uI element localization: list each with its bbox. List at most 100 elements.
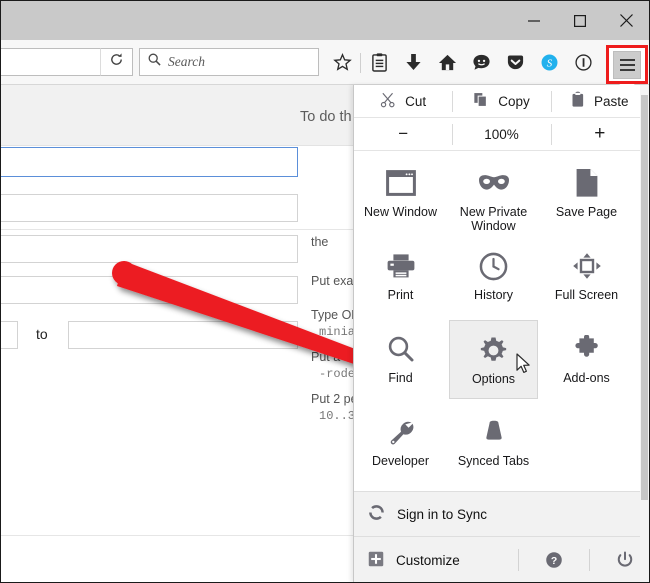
new-window-icon (386, 166, 416, 200)
menu-sign-in-to-sync[interactable]: Sign in to Sync (354, 491, 648, 537)
window-controls (511, 1, 649, 40)
reader-list-icon[interactable] (362, 40, 396, 85)
menu-item-history[interactable]: History (449, 237, 538, 316)
svg-text:?: ? (551, 556, 557, 567)
wrench-icon (387, 415, 415, 449)
menu-item-print[interactable]: Print (356, 237, 445, 316)
menu-item-label: New Window (364, 205, 437, 219)
menu-item-synced-tabs[interactable]: Synced Tabs (449, 403, 538, 482)
menu-item-empty (542, 403, 631, 482)
field-exact-phrase[interactable] (1, 194, 298, 222)
minimize-icon[interactable] (511, 1, 557, 40)
window-titlebar (1, 1, 649, 40)
toolbar-icon-group: S (325, 40, 600, 85)
pocket-icon[interactable] (498, 40, 532, 85)
menu-grid-row: New Window Save Page New PrivateWindow (354, 152, 648, 235)
fullscreen-icon (572, 249, 602, 283)
menu-item-label: Synced Tabs (458, 454, 529, 468)
plus-box-icon[interactable] (368, 551, 384, 570)
menu-bottom-bar: Customize ? (354, 537, 648, 583)
edit-row: Cut Copy Pa (354, 85, 649, 118)
clipboard-icon (571, 91, 585, 111)
menu-item-label: Developer (372, 454, 429, 468)
zoom-out-label: − (398, 124, 408, 144)
clock-icon (479, 249, 508, 283)
page-hint-1: the (311, 235, 328, 249)
page-hint-5: Put 2 pe (311, 392, 358, 406)
page-icon (575, 166, 599, 200)
page-hint-4-mono: -rode (319, 367, 355, 381)
menu-scrollbar-track[interactable] (640, 85, 649, 583)
home-icon[interactable] (430, 40, 464, 85)
zoom-out-button[interactable]: − (354, 118, 452, 150)
menu-item-label: Find (388, 371, 412, 385)
numbers-to-label: to (36, 326, 48, 342)
reload-button[interactable] (100, 48, 133, 76)
gear-icon (479, 333, 508, 367)
skype-icon[interactable]: S (532, 40, 566, 85)
puzzle-icon (573, 332, 601, 366)
menu-cut-label: Cut (405, 94, 426, 109)
scissors-icon (380, 92, 396, 111)
maximize-icon[interactable] (557, 1, 603, 40)
menu-paste[interactable]: Paste (551, 85, 649, 117)
bookmark-star-icon[interactable] (325, 40, 359, 85)
menu-item-label-private: New PrivateWindow (460, 205, 527, 233)
menu-item-new-window[interactable]: New Window (356, 154, 445, 233)
menu-copy[interactable]: Copy (452, 85, 550, 117)
menu-item-label: Add-ons (563, 371, 610, 385)
hamburger-bars (620, 56, 635, 74)
search-icon (148, 53, 161, 71)
close-icon[interactable] (603, 1, 649, 40)
page-hint-3-mono: minia (319, 325, 355, 339)
sync-icon (368, 504, 385, 524)
field-numbers-from[interactable] (1, 321, 18, 349)
browser-window: Search (0, 0, 650, 583)
zoom-in-button[interactable]: + (551, 118, 649, 150)
menu-copy-label: Copy (498, 94, 530, 109)
search-input[interactable]: Search (139, 48, 319, 76)
reload-icon (109, 52, 124, 72)
menu-grid: New Window Save Page New PrivateWindow (354, 152, 648, 484)
zoom-row: − 100% + (354, 118, 649, 151)
search-placeholder: Search (168, 54, 205, 70)
firefox-app-menu: Cut Copy Pa (353, 85, 649, 583)
menu-item-label: Options (472, 372, 515, 386)
menu-item-find[interactable]: Find (356, 320, 445, 399)
zoom-level[interactable]: 100% (452, 118, 550, 150)
menu-item-full-screen[interactable]: Full Screen (542, 237, 631, 316)
toolbar-separator (360, 53, 361, 73)
page-hint-5-mono: 10..3 (319, 409, 355, 423)
menu-grid-row: Find Options (354, 318, 648, 401)
menu-item-new-private-window[interactable]: Save Page New PrivateWindow (449, 154, 538, 233)
open-menu-icon[interactable] (613, 51, 641, 79)
field-all-words[interactable] (1, 147, 298, 177)
menu-item-save-page[interactable]: Save Page (542, 154, 631, 233)
menu-cut[interactable]: Cut (354, 85, 452, 117)
zoom-in-label: + (594, 123, 605, 145)
bottom-separator-2 (589, 549, 590, 571)
customize-label[interactable]: Customize (396, 553, 460, 568)
help-icon[interactable]: ? (531, 551, 577, 569)
svg-text:S: S (546, 58, 552, 70)
printer-icon (386, 249, 416, 283)
menu-grid-row: Developer Synced Tabs (354, 401, 648, 484)
mask-icon (477, 166, 511, 200)
open-menu-highlight (606, 45, 648, 84)
page-section-heading: To do th (300, 109, 352, 125)
synced-tabs-icon (479, 415, 509, 449)
address-bar[interactable] (0, 48, 101, 76)
menu-item-add-ons[interactable]: Add-ons (542, 320, 631, 399)
hello-chat-icon[interactable] (464, 40, 498, 85)
downloads-icon[interactable] (396, 40, 430, 85)
field-any-words[interactable] (1, 235, 298, 263)
field-none-words[interactable] (1, 276, 298, 304)
page-hint-4: Put a mi (311, 350, 357, 364)
page-hint-2: Put exa (311, 274, 353, 288)
field-numbers-to[interactable] (68, 321, 298, 349)
bottom-separator-1 (518, 549, 519, 571)
menu-item-developer[interactable]: Developer (356, 403, 445, 482)
info-circle-icon[interactable] (566, 40, 600, 85)
menu-scrollbar-thumb[interactable] (641, 95, 648, 500)
copy-icon (473, 92, 489, 111)
